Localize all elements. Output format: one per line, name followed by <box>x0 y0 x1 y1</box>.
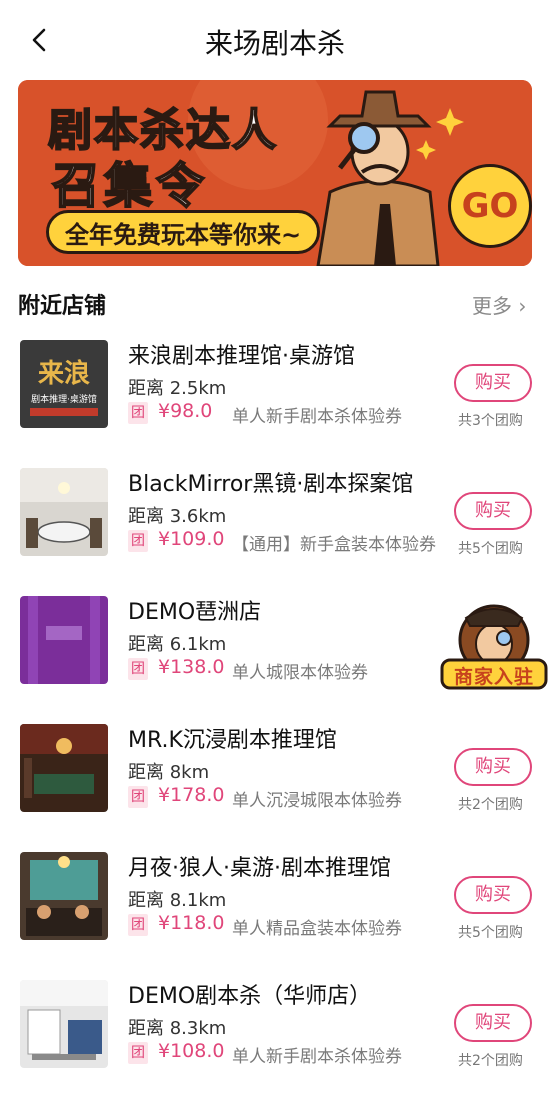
deal-price: ¥108.0 <box>158 1040 225 1062</box>
buy-button[interactable]: 购买 <box>454 1004 532 1042</box>
store-name: 来浪剧本推理馆·桌游馆 <box>128 344 355 369</box>
store-thumbnail <box>20 596 108 684</box>
deal-price: ¥118.0 <box>158 912 225 934</box>
section-title: 附近店铺 <box>18 294 107 319</box>
store-name: BlackMirror黑镜·剧本探案馆 <box>128 472 414 497</box>
store-item[interactable]: 月夜·狼人·桌游·剧本推理馆 距离 8.1km 团 ¥118.0 单人精品盒装本… <box>0 852 550 980</box>
store-name: MR.K沉浸剧本推理馆 <box>128 728 337 753</box>
group-buy-badge: 团 <box>128 530 148 552</box>
store-thumbnail <box>20 852 108 940</box>
store-thumbnail <box>20 724 108 812</box>
svg-text:剧本推理·桌游馆: 剧本推理·桌游馆 <box>31 393 97 405</box>
deal-description: 单人沉浸城限本体验券 <box>232 791 402 811</box>
deal-count: 共3个团购 <box>458 413 523 429</box>
group-buy-badge: 团 <box>128 402 148 424</box>
deal-description: 单人新手剧本杀体验券 <box>232 407 402 427</box>
buy-button[interactable]: 购买 <box>454 748 532 786</box>
banner-subheadline: 召集令 <box>51 157 209 215</box>
deal-price: ¥109.0 <box>158 528 225 550</box>
promo-banner[interactable]: 剧本杀达人 召集令 全年免费玩本等你来~ GO <box>18 80 532 266</box>
deal-count: 共2个团购 <box>458 1053 523 1069</box>
group-buy-badge: 团 <box>128 914 148 936</box>
store-thumbnail <box>20 980 108 1068</box>
store-distance: 距离 6.1km <box>128 634 227 655</box>
store-thumbnail: 来浪 剧本推理·桌游馆 <box>20 340 108 428</box>
buy-button[interactable]: 购买 <box>454 364 532 402</box>
deal-count: 共5个团购 <box>458 925 523 941</box>
store-name: 月夜·狼人·桌游·剧本推理馆 <box>128 856 391 881</box>
store-distance: 距离 3.6km <box>128 506 227 527</box>
deal-price: ¥138.0 <box>158 656 225 678</box>
deal-description: 单人城限本体验券 <box>232 663 368 683</box>
store-thumbnail <box>20 468 108 556</box>
store-name: DEMO琶洲店 <box>128 600 262 625</box>
deal-count: 共5个团购 <box>458 541 523 557</box>
deal-description: 单人精品盒装本体验券 <box>232 919 402 939</box>
top-bar: 来场剧本杀 <box>0 0 550 80</box>
group-buy-badge: 团 <box>128 658 148 680</box>
deal-description: 单人新手剧本杀体验券 <box>232 1047 402 1067</box>
store-item[interactable]: MR.K沉浸剧本推理馆 距离 8km 团 ¥178.0 单人沉浸城限本体验券 购… <box>0 724 550 852</box>
buy-button[interactable]: 购买 <box>454 876 532 914</box>
more-link[interactable]: 更多 › <box>472 290 526 319</box>
store-distance: 距离 2.5km <box>128 378 227 399</box>
deal-price: ¥98.0 <box>158 400 213 422</box>
store-name: DEMO剧本杀（华师店） <box>128 984 372 1009</box>
buy-button[interactable]: 购买 <box>454 492 532 530</box>
deal-description: 【通用】新手盒装本体验券 <box>232 535 436 555</box>
merchant-join-label: 商家入驻 <box>453 666 534 688</box>
banner-tagline: 全年免费玩本等你来~ <box>46 210 321 254</box>
store-item[interactable]: BlackMirror黑镜·剧本探案馆 距离 3.6km 团 ¥109.0 【通… <box>0 468 550 596</box>
deal-count: 共2个团购 <box>458 797 523 813</box>
store-distance: 距离 8.3km <box>128 1018 227 1039</box>
group-buy-badge: 团 <box>128 1042 148 1064</box>
store-item[interactable]: 来浪 剧本推理·桌游馆 来浪剧本推理馆·桌游馆 距离 2.5km 团 ¥98.0… <box>0 340 550 468</box>
svg-text:来浪: 来浪 <box>38 358 90 389</box>
deal-price: ¥178.0 <box>158 784 225 806</box>
store-distance: 距离 8km <box>128 762 210 783</box>
store-item[interactable]: DEMO剧本杀（华师店） 距离 8.3km 团 ¥108.0 单人新手剧本杀体验… <box>0 980 550 1099</box>
store-distance: 距离 8.1km <box>128 890 227 911</box>
group-buy-badge: 团 <box>128 786 148 808</box>
banner-go-button[interactable]: GO <box>448 164 532 248</box>
page-title: 来场剧本杀 <box>204 27 345 60</box>
merchant-join-badge[interactable]: 商家入驻 <box>440 600 548 692</box>
